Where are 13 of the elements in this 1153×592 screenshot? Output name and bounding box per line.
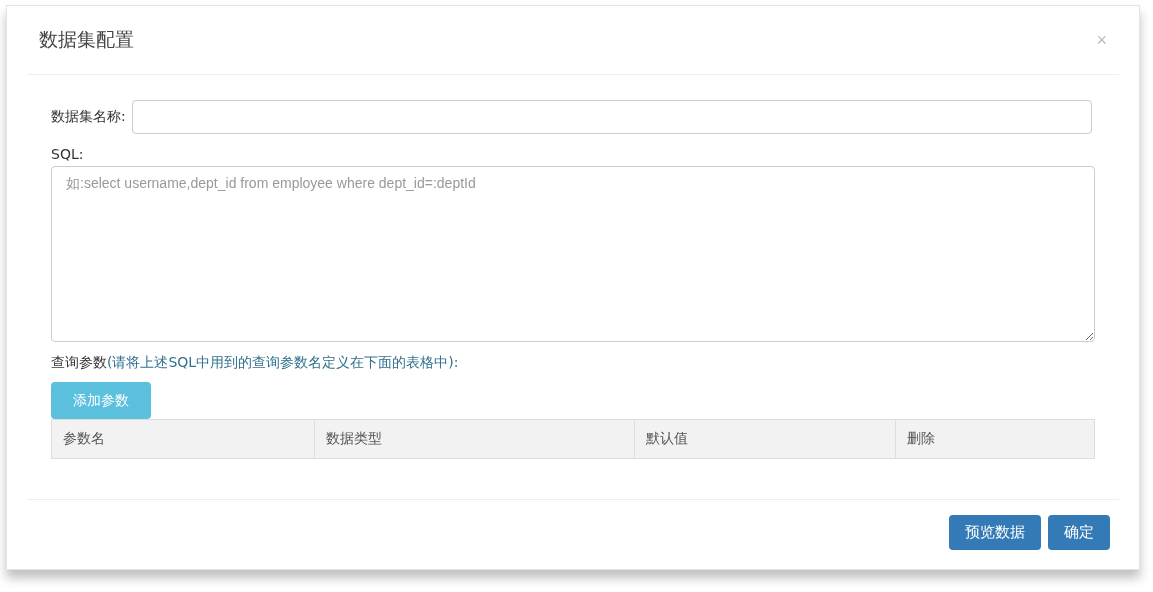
confirm-button[interactable]: 确定 (1048, 515, 1110, 550)
params-label: 查询参数 (51, 354, 107, 370)
sql-label: SQL: (51, 146, 85, 162)
column-header: 删除 (895, 420, 1094, 458)
preview-button[interactable]: 预览数据 (949, 515, 1041, 550)
column-header: 数据类型 (314, 420, 634, 458)
column-header: 默认值 (634, 420, 895, 458)
dialog-title: 数据集配置 (39, 27, 134, 52)
sql-input[interactable]: 如:select username,dept_id from employee where dept_id=:deptId (51, 166, 1095, 342)
column-header: 参数名 (62, 429, 106, 448)
name-label: 数据集名称: (51, 108, 126, 126)
params-hint: (请将上述SQL中用到的查询参数名定义在下面的表格中): (107, 354, 459, 370)
name-input[interactable] (131, 100, 1092, 134)
